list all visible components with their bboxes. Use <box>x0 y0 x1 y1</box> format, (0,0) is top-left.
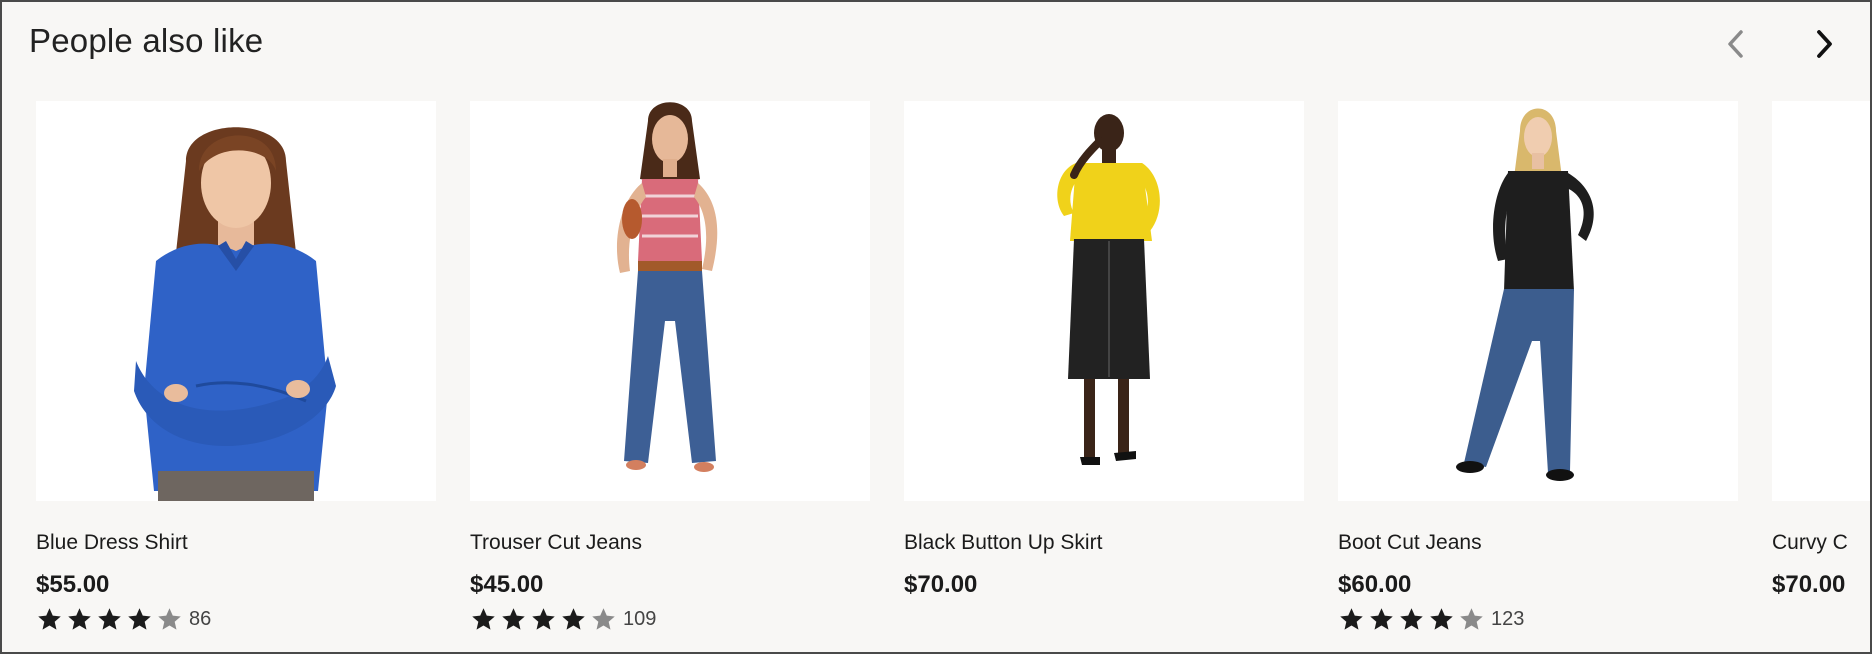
star-empty-icon <box>1460 607 1483 630</box>
carousel-prev-button[interactable] <box>1715 22 1759 66</box>
star-filled-icon <box>1400 607 1423 630</box>
carousel-next-button[interactable] <box>1802 22 1846 66</box>
product-card[interactable]: Blue Dress Shirt $55.00 86 <box>36 101 436 641</box>
review-count: 109 <box>623 607 657 630</box>
product-rating: 109 <box>470 604 656 634</box>
product-image[interactable] <box>470 101 870 501</box>
star-filled-icon <box>38 607 61 630</box>
star-empty-icon <box>158 607 181 630</box>
product-name[interactable]: Curvy C <box>1772 531 1848 555</box>
product-card[interactable]: Black Button Up Skirt $70.00 <box>904 101 1304 641</box>
star-filled-icon <box>68 607 91 630</box>
product-price: $70.00 <box>1772 571 1846 598</box>
product-image[interactable] <box>36 101 436 501</box>
star-filled-icon <box>472 607 495 630</box>
product-price: $45.00 <box>470 571 544 598</box>
product-name[interactable]: Trouser Cut Jeans <box>470 531 642 555</box>
star-filled-icon <box>562 607 585 630</box>
chevron-left-icon <box>1728 30 1743 58</box>
product-rating: 123 <box>1338 604 1524 634</box>
product-card[interactable]: Trouser Cut Jeans $45.00 109 <box>470 101 870 641</box>
product-price: $55.00 <box>36 571 110 598</box>
star-filled-icon <box>532 607 555 630</box>
star-filled-icon <box>502 607 525 630</box>
product-image[interactable] <box>1772 101 1870 501</box>
product-price: $70.00 <box>904 571 978 598</box>
carousel-panel: People also like Blue Dress Shirt $55.00… <box>0 0 1872 654</box>
star-filled-icon <box>1340 607 1363 630</box>
section-title: People also like <box>29 22 264 59</box>
review-count: 123 <box>1491 607 1525 630</box>
product-name[interactable]: Black Button Up Skirt <box>904 531 1102 555</box>
product-carousel: Blue Dress Shirt $55.00 86 Trouser Cut J… <box>36 101 1870 641</box>
product-price: $60.00 <box>1338 571 1412 598</box>
carousel-track: Blue Dress Shirt $55.00 86 Trouser Cut J… <box>36 101 1870 641</box>
star-filled-icon <box>128 607 151 630</box>
chevron-right-icon <box>1817 30 1832 58</box>
star-empty-icon <box>592 607 615 630</box>
product-image[interactable] <box>1338 101 1738 501</box>
review-count: 86 <box>189 607 212 630</box>
product-image[interactable] <box>904 101 1304 501</box>
star-filled-icon <box>98 607 121 630</box>
product-card[interactable]: Curvy C $70.00 <box>1772 101 1870 641</box>
product-rating: 86 <box>36 604 211 634</box>
star-filled-icon <box>1370 607 1393 630</box>
product-name[interactable]: Blue Dress Shirt <box>36 531 188 555</box>
product-name[interactable]: Boot Cut Jeans <box>1338 531 1482 555</box>
product-card[interactable]: Boot Cut Jeans $60.00 123 <box>1338 101 1738 641</box>
star-filled-icon <box>1430 607 1453 630</box>
